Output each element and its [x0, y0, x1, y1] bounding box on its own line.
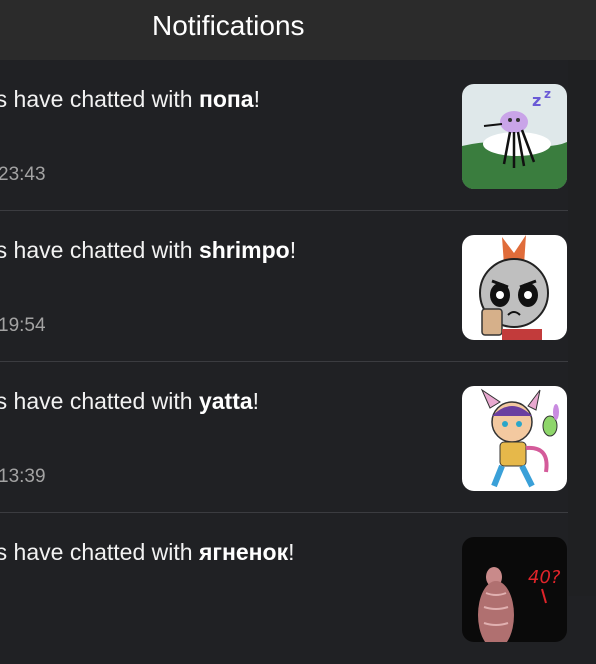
shrimpo-character-image[interactable]	[462, 235, 567, 340]
yatta-character-image[interactable]	[462, 386, 567, 491]
svg-text:z: z	[544, 87, 551, 101]
character-name: yatta	[198, 388, 253, 414]
notification-time: 23:43	[0, 164, 46, 185]
character-name: ягненок	[198, 539, 289, 565]
notification-item[interactable]: rs have chatted with ягненок! 40?	[0, 513, 568, 664]
notification-message: rs have chatted with shrimpo!	[0, 237, 296, 264]
page-title: Notifications	[152, 10, 305, 41]
message-text: rs have chatted with	[0, 388, 199, 414]
message-end: !	[253, 86, 260, 112]
message-end: !	[288, 539, 295, 565]
notification-item[interactable]: rs have chatted with попа! 23:43 z z	[0, 60, 568, 211]
notification-time: 13:39	[0, 466, 46, 487]
lamb-scribble-text: 40?	[528, 567, 561, 588]
svg-text:z: z	[532, 91, 541, 110]
message-end: !	[252, 388, 260, 414]
purple-creature-image[interactable]: z z	[462, 84, 567, 189]
notification-item[interactable]: rs have chatted with yatta! 13:39	[0, 362, 568, 513]
notification-message: rs have chatted with ягненок!	[0, 539, 294, 566]
top-bar: Notifications	[0, 0, 596, 60]
character-name: попа	[198, 86, 254, 112]
notification-time: 19:54	[0, 315, 46, 336]
message-text: rs have chatted with	[0, 86, 199, 112]
list-right-edge	[568, 60, 596, 596]
message-text: rs have chatted with	[0, 237, 199, 263]
message-text: rs have chatted with	[0, 539, 199, 565]
notification-message: rs have chatted with yatta!	[0, 388, 259, 415]
lamb-character-image[interactable]: 40?	[462, 537, 567, 642]
character-name: shrimpo	[198, 237, 290, 263]
message-end: !	[289, 237, 297, 263]
notification-message: rs have chatted with попа!	[0, 86, 260, 113]
notification-item[interactable]: rs have chatted with shrimpo! 19:54	[0, 211, 568, 362]
